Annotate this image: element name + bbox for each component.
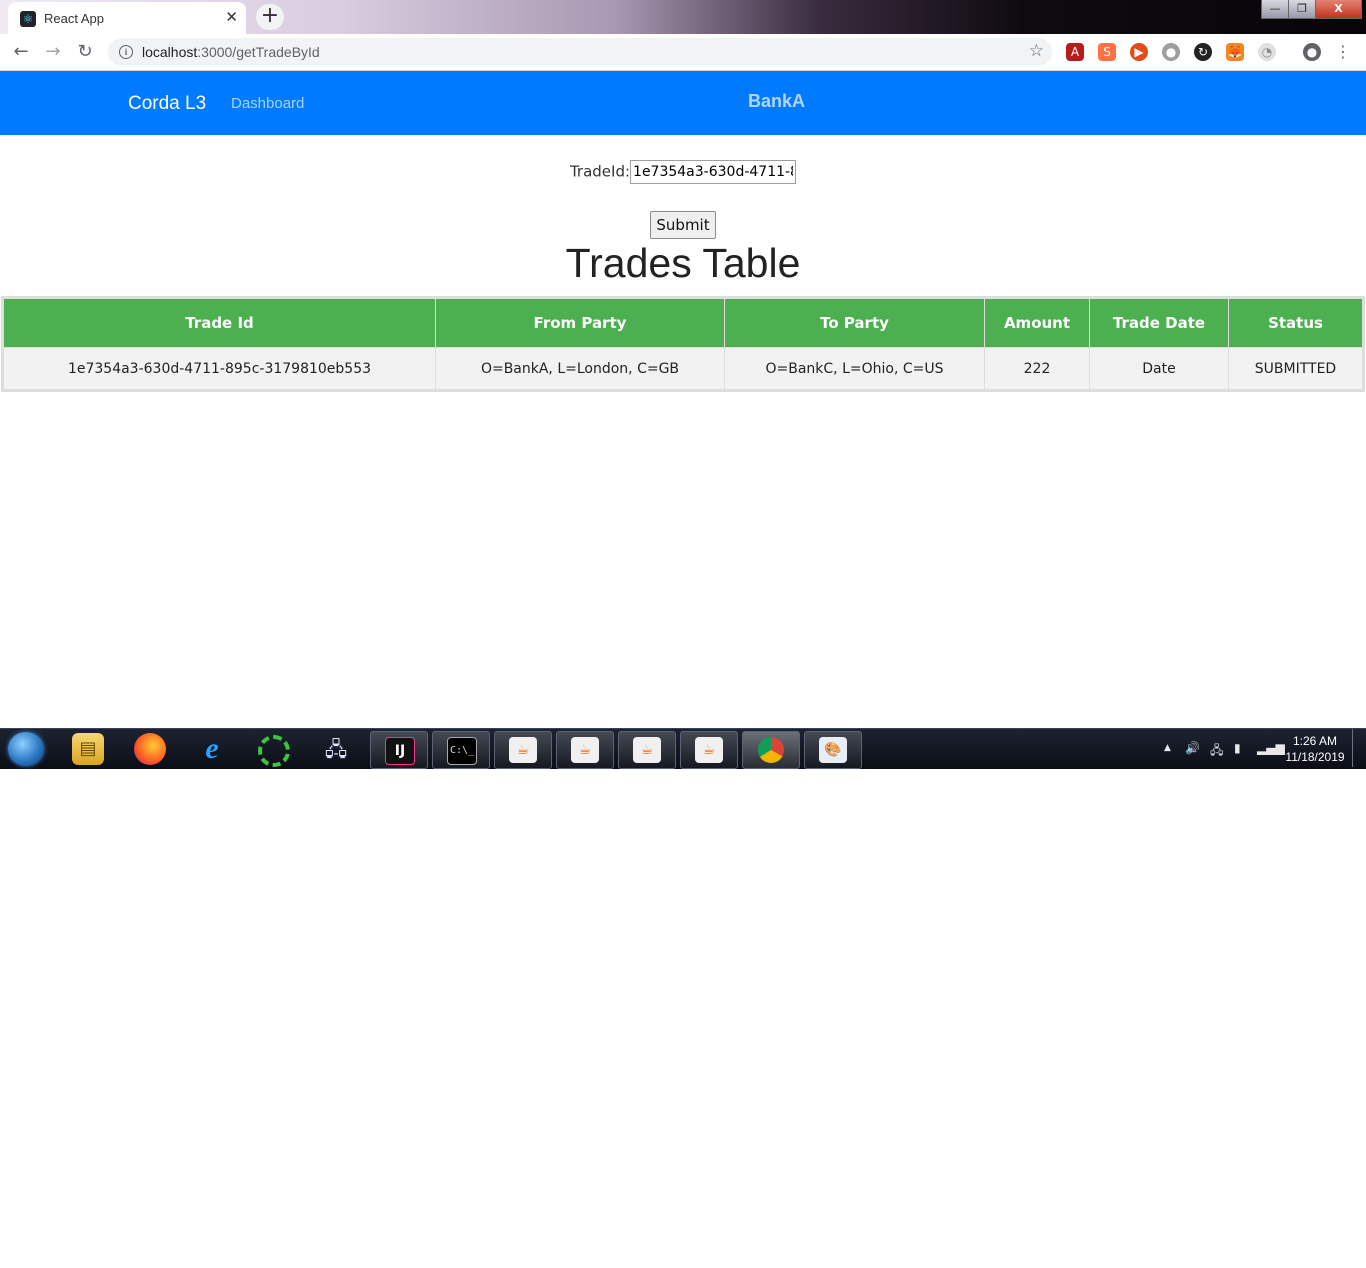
close-window-button[interactable]: X [1315, 0, 1362, 19]
clock-time: 1:26 AM [1292, 734, 1338, 748]
battery-icon[interactable]: ▮ [1234, 741, 1241, 755]
table-header-row: Trade Id From Party To Party Amount Trad… [2, 297, 1364, 348]
signal-bars-icon[interactable]: ▂▄▆ [1257, 741, 1285, 755]
taskbar-java-2[interactable]: ☕ [556, 731, 614, 769]
column-header: Trade Id [2, 297, 436, 348]
forward-arrow-icon[interactable]: → [42, 41, 64, 63]
table-cell: 1e7354a3-630d-4711-895c-3179810eb553 [2, 347, 436, 391]
system-clock[interactable]: 1:26 AM 11/18/2019 [1282, 733, 1348, 765]
back-arrow-icon[interactable]: ← [10, 41, 32, 63]
table-cell: O=BankC, L=Ohio, C=US [724, 347, 985, 391]
start-button-icon[interactable] [8, 732, 44, 766]
clock-date: 11/18/2019 [1285, 750, 1345, 764]
column-header: From Party [435, 297, 725, 348]
address-bar[interactable]: i localhost:3000/getTradeById ☆ [108, 38, 1052, 66]
bank-name: BankA [748, 91, 806, 111]
metamask-fox-icon[interactable]: 🦊 [1226, 43, 1244, 61]
column-header: Amount [984, 297, 1090, 348]
reload-icon[interactable]: ↻ [74, 41, 96, 63]
play-extension-icon[interactable]: ▶ [1130, 43, 1148, 61]
java-icon: ☕ [571, 737, 599, 763]
paint-palette-icon: 🎨 [819, 737, 847, 763]
browser-tab-strip: ⚛ React App ✕ + — ❐ X [0, 0, 1366, 34]
taskbar-intellij[interactable]: IJ [370, 731, 428, 769]
table-cell: Date [1089, 347, 1229, 391]
taskbar-paint[interactable]: 🎨 [804, 731, 862, 769]
trade-id-input[interactable] [630, 160, 797, 184]
taskbar-java-3[interactable]: ☕ [618, 731, 676, 769]
swirl-extension-icon[interactable]: S [1098, 43, 1116, 61]
chrome-icon [758, 737, 784, 763]
windows-taskbar: ▤ e 🖧 IJ C:\_ ☕ ☕ ☕ ☕ 🎨 ▲ 🔊 🖧 ▮ ▂▄▆ 1:26… [0, 728, 1366, 769]
internet-explorer-icon[interactable]: e [196, 733, 228, 765]
circle-extension-icon[interactable]: ● [1162, 43, 1180, 61]
java-icon: ☕ [695, 737, 723, 763]
url-text[interactable]: localhost:3000/getTradeById [142, 44, 320, 60]
network-computer-icon[interactable]: 🖧 [320, 733, 352, 765]
browser-tab[interactable]: ⚛ React App ✕ [8, 2, 246, 34]
minimize-button[interactable]: — [1261, 0, 1289, 19]
maximize-button[interactable]: ❐ [1288, 0, 1316, 19]
table-cell: SUBMITTED [1228, 347, 1364, 391]
url-host: localhost [142, 44, 198, 60]
tab-close-icon[interactable]: ✕ [225, 8, 238, 26]
volume-icon[interactable]: 🔊 [1185, 741, 1200, 755]
table-cell: O=BankA, L=London, C=GB [435, 347, 725, 391]
page-title: Trades Table [565, 240, 801, 286]
intellij-icon: IJ [385, 737, 415, 765]
show-desktop-button[interactable] [1352, 729, 1365, 767]
trade-id-label: TradeId: [569, 162, 631, 181]
show-hidden-icons-icon[interactable]: ▲ [1164, 743, 1171, 753]
command-prompt-icon: C:\_ [447, 737, 477, 765]
sync-extension-icon[interactable]: ↻ [1194, 43, 1212, 61]
java-icon: ☕ [633, 737, 661, 763]
column-header: Trade Date [1089, 297, 1229, 348]
profile-avatar-icon[interactable]: ● [1303, 43, 1321, 61]
trade-search-form: TradeId: [0, 160, 1366, 184]
nav-link-dashboard[interactable]: Dashboard [231, 95, 304, 112]
taskbar-chrome[interactable] [742, 731, 800, 769]
new-tab-button[interactable]: + [256, 4, 284, 30]
taskbar-java-1[interactable]: ☕ [494, 731, 552, 769]
column-header: To Party [724, 297, 985, 348]
table-row: 1e7354a3-630d-4711-895c-3179810eb553 O=B… [2, 347, 1364, 391]
column-header: Status [1228, 297, 1364, 348]
app-navbar: Corda L3 Dashboard BankA [0, 71, 1366, 135]
menu-kebab-icon[interactable]: ⋮ [1334, 43, 1352, 61]
green-ring-app-icon[interactable] [258, 735, 290, 767]
site-info-icon[interactable]: i [119, 45, 133, 59]
browser-toolbar: ← → ↻ i localhost:3000/getTradeById ☆ A … [0, 34, 1366, 71]
file-explorer-icon[interactable]: ▤ [72, 733, 104, 765]
url-path: :3000/getTradeById [197, 44, 320, 60]
table-cell: 222 [984, 347, 1090, 391]
bookmark-star-icon[interactable]: ☆ [1029, 41, 1044, 61]
firefox-icon[interactable] [134, 733, 166, 765]
react-icon: ⚛ [20, 11, 36, 27]
pdf-extension-icon[interactable]: A [1066, 43, 1084, 61]
taskbar-java-4[interactable]: ☕ [680, 731, 738, 769]
trades-table: Trade Id From Party To Party Amount Trad… [1, 296, 1365, 392]
network-tray-icon[interactable]: 🖧 [1210, 741, 1223, 762]
navbar-brand[interactable]: Corda L3 [128, 93, 206, 115]
taskbar-cmd[interactable]: C:\_ [432, 731, 490, 769]
timer-extension-icon[interactable]: ◔ [1258, 43, 1276, 61]
java-icon: ☕ [509, 737, 537, 763]
tab-title: React App [44, 11, 104, 26]
submit-button[interactable]: Submit [650, 211, 716, 239]
